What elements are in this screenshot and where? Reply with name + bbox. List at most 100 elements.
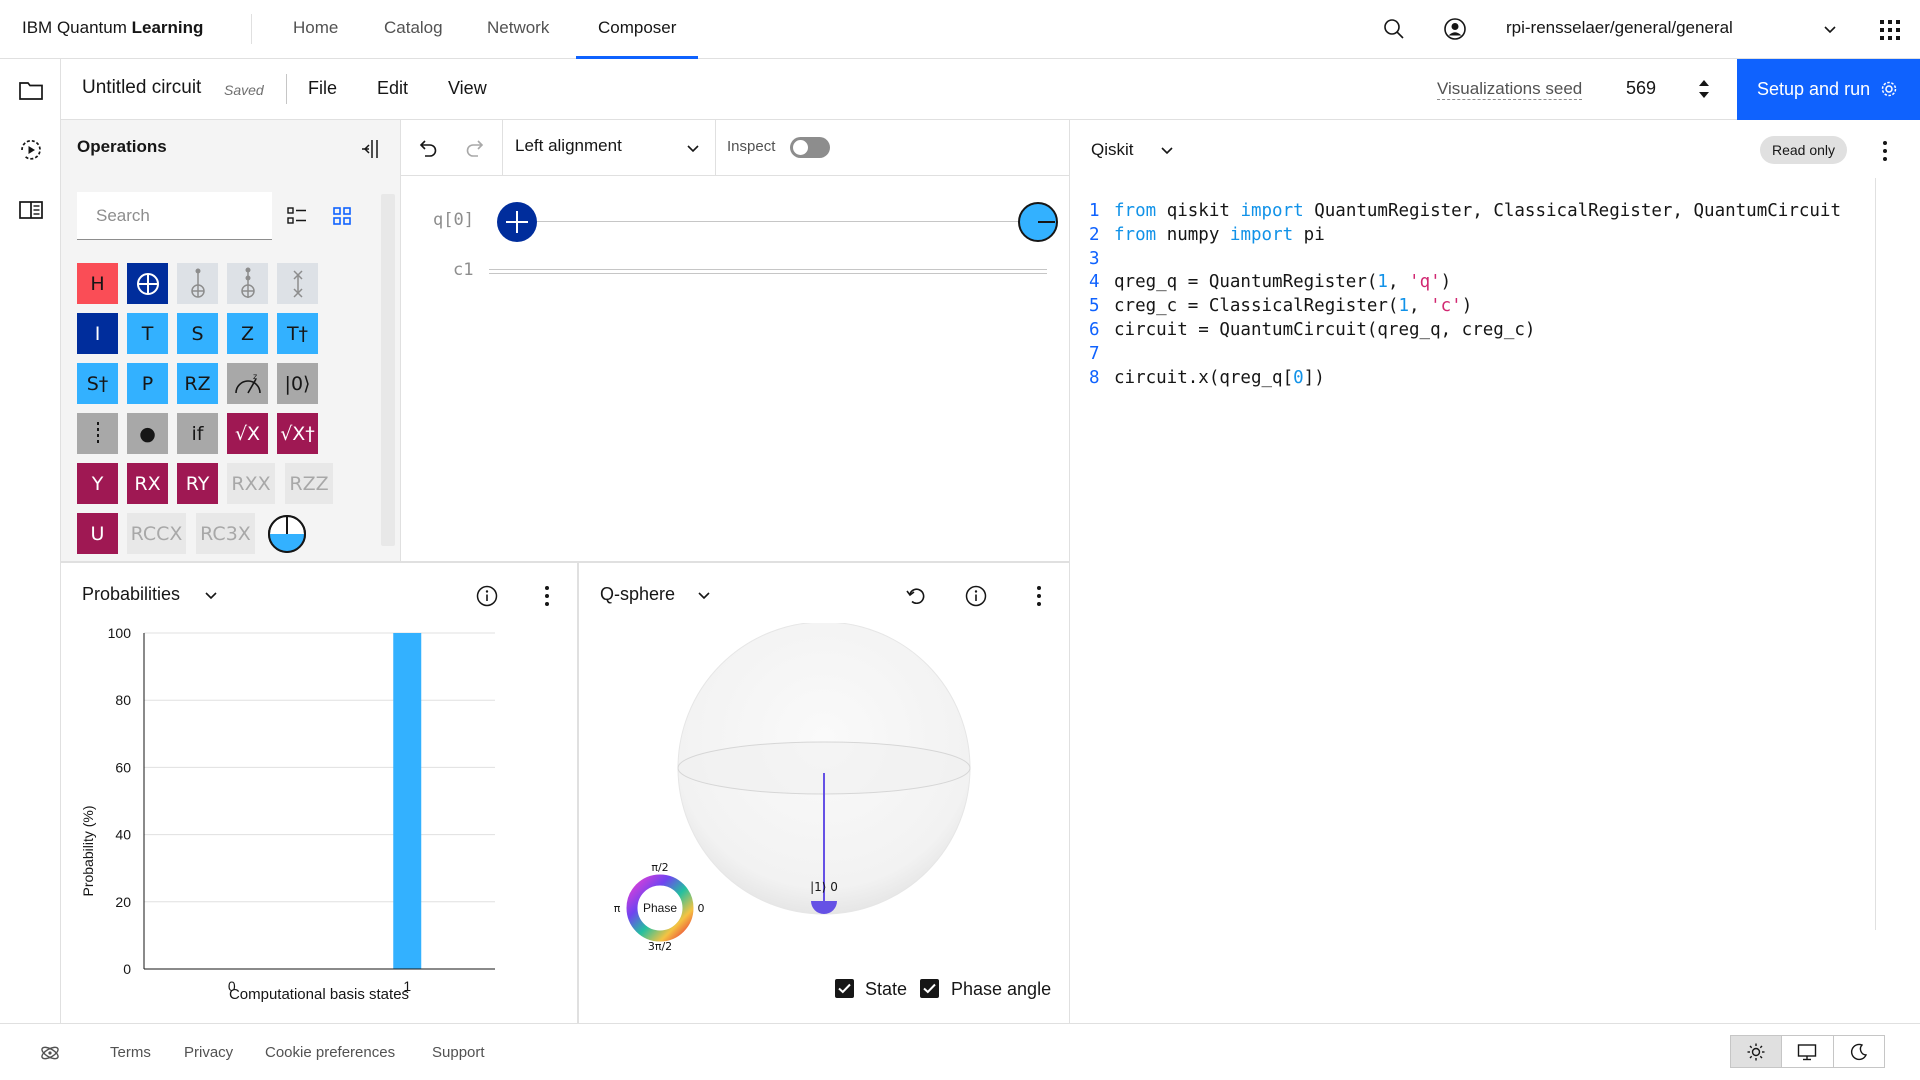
gate-swap[interactable] [277,263,318,304]
operations-scrollbar[interactable] [381,194,395,546]
gate-rc3x[interactable]: RC3X [196,513,255,554]
chevron-down-icon[interactable] [1159,143,1175,159]
workspace-selector[interactable]: rpi-rensselaer/general/general [1506,18,1733,38]
footer-link-terms[interactable]: Terms [110,1044,151,1061]
operations-search[interactable] [77,192,272,240]
phase-angle-checkbox[interactable] [920,979,939,998]
gate-sx[interactable]: √X [227,413,268,454]
gate-s[interactable]: S [177,313,218,354]
gate-u[interactable]: U [77,513,118,554]
nav-link-catalog[interactable]: Catalog [362,0,465,59]
gate-phase-disk[interactable] [267,514,307,554]
q-sphere-title[interactable]: Q-sphere [600,584,675,605]
gate-rzz[interactable]: RZZ [285,463,333,504]
overflow-menu-icon[interactable] [1036,585,1042,607]
phase-disk-output[interactable] [1017,201,1059,243]
chevron-down-icon[interactable] [696,588,712,604]
q-sphere-visualization[interactable]: |1⟩ 0 Phase π/2 π 0 3π/2 [579,623,1069,953]
chevron-down-icon[interactable] [1822,22,1838,38]
theme-light-button[interactable] [1731,1036,1783,1067]
theme-system-button[interactable] [1782,1036,1834,1067]
sidebar-panel-icon[interactable] [16,195,46,225]
gate-sdg[interactable]: S† [77,363,118,404]
bar-1[interactable] [393,633,422,969]
setup-and-run-button[interactable]: Setup and run [1737,59,1920,120]
menu-view[interactable]: View [448,78,487,99]
gate-measure[interactable]: z [227,363,268,404]
redo-icon[interactable] [465,138,487,158]
gate-tdg[interactable]: T† [277,313,318,354]
gate-cnot[interactable] [127,263,168,304]
line-number: 5 [1089,296,1100,317]
gate-barrier[interactable] [77,413,118,454]
circuit-title[interactable]: Untitled circuit [82,77,201,99]
footer-link-privacy[interactable]: Privacy [184,1044,233,1061]
gate-y[interactable]: Y [77,463,118,504]
seed-stepper-icon[interactable] [1697,75,1711,103]
operations-title: Operations [77,137,167,156]
grid-view-icon[interactable] [332,206,352,226]
gate-if[interactable]: if [177,413,218,454]
seed-value[interactable]: 569 [1626,78,1656,99]
footer-link-cookie-preferences[interactable]: Cookie preferences [265,1044,395,1061]
info-icon[interactable] [476,585,498,607]
gate-z[interactable]: Z [227,313,268,354]
visualizations-seed-label[interactable]: Visualizations seed [1437,79,1583,100]
left-rail [0,59,61,1023]
nav-link-home[interactable]: Home [271,0,360,59]
gate-t[interactable]: T [127,313,168,354]
info-icon[interactable] [965,585,987,607]
footer-link-support[interactable]: Support [432,1044,485,1061]
gate-ccx[interactable] [227,263,268,304]
overflow-menu-icon[interactable] [544,585,550,607]
nav-link-network[interactable]: Network [465,0,571,59]
reset-view-icon[interactable] [905,585,927,607]
gate-rxx[interactable]: RXX [227,463,275,504]
search-input[interactable] [77,192,272,239]
menu-edit[interactable]: Edit [377,78,408,99]
user-avatar-icon[interactable] [1443,17,1467,41]
x-gate-on-circuit[interactable] [496,201,538,243]
gate-sxdg[interactable]: √X† [277,413,318,454]
overflow-menu-icon[interactable] [1882,140,1888,162]
gate-control[interactable]: ● [127,413,168,454]
undo-icon[interactable] [416,138,438,158]
gate-rz[interactable]: RZ [177,363,218,404]
phase-angle-checkbox-label[interactable]: Phase angle [951,979,1051,1000]
state-checkbox[interactable] [835,979,854,998]
alignment-select[interactable]: Left alignment [515,136,622,156]
gate-rccx[interactable]: RCCX [127,513,186,554]
gate-ry[interactable]: RY [177,463,218,504]
app-switcher-icon[interactable] [1879,19,1901,41]
folder-icon[interactable] [16,75,46,105]
menu-file[interactable]: File [308,78,337,99]
gate-reset[interactable]: |0⟩ [277,363,318,404]
toffoli-icon [190,268,205,298]
search-icon[interactable] [1383,18,1405,40]
inspect-toggle[interactable] [790,137,830,158]
quantum-logo-icon[interactable] [39,1042,61,1064]
brand-logo[interactable]: IBM Quantum Learning [22,18,203,38]
chevron-down-icon[interactable] [203,588,219,604]
probabilities-title[interactable]: Probabilities [82,584,180,605]
language-select[interactable]: Qiskit [1091,140,1134,160]
chevron-down-icon[interactable] [685,141,701,157]
gate-p[interactable]: P [127,363,168,404]
code-scrollbar[interactable] [1875,178,1876,930]
state-checkbox-label[interactable]: State [865,979,907,1000]
gate-i[interactable]: I [77,313,118,354]
classical-register-label: c1 [453,260,474,280]
code-token: import [1229,224,1294,245]
code-editor[interactable]: 1 from qiskit import QuantumRegister, Cla… [1089,200,1841,390]
qubit-wire[interactable] [501,221,1047,222]
collapse-panel-icon[interactable] [360,138,382,160]
nav-link-composer[interactable]: Composer [576,0,699,59]
gate-toffoli[interactable] [177,263,218,304]
code-line: 7 [1089,343,1841,367]
gate-h[interactable]: H [77,263,118,304]
history-icon[interactable] [16,135,46,165]
list-view-icon[interactable] [286,205,308,227]
gate-rx[interactable]: RX [127,463,168,504]
classical-wire[interactable] [489,269,1047,270]
theme-dark-button[interactable] [1834,1036,1884,1067]
